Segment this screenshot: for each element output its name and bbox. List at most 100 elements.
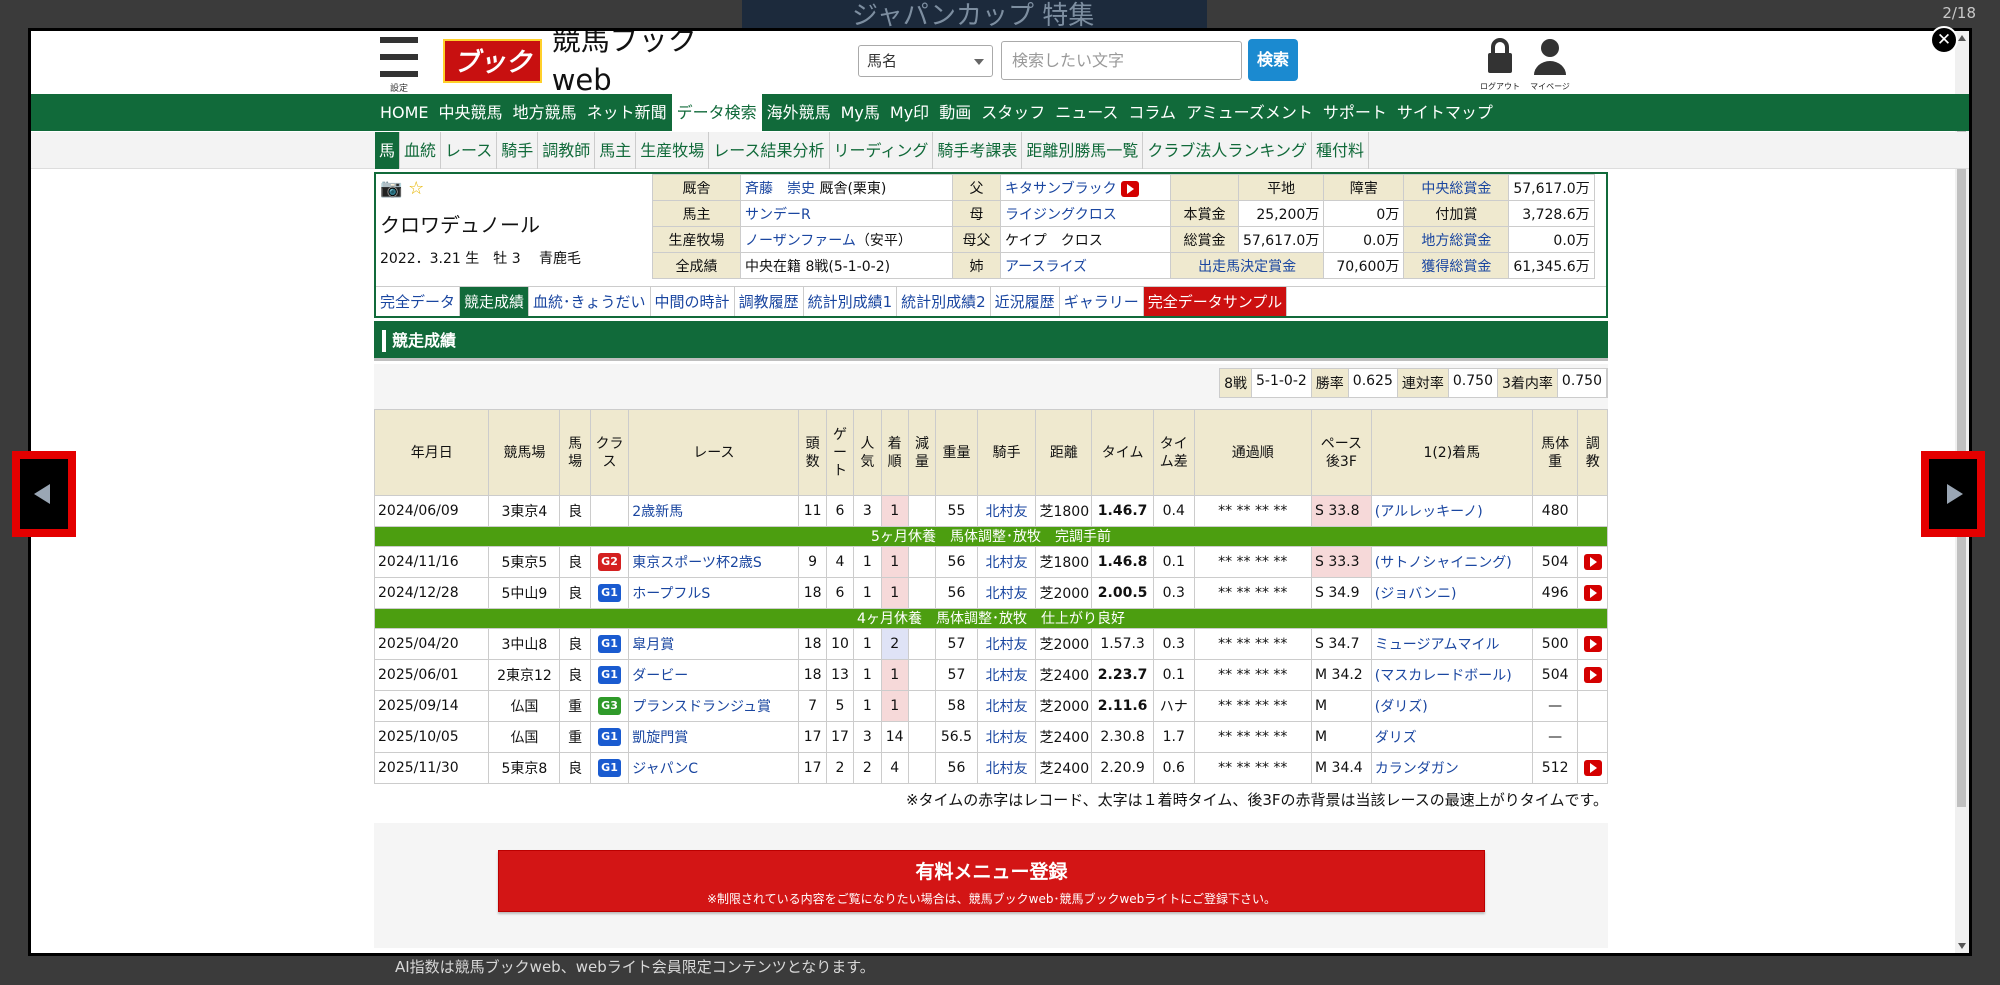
- jockey-link[interactable]: 北村友: [976, 577, 1037, 609]
- video-icon[interactable]: [1583, 667, 1602, 683]
- label-central-total[interactable]: 中央総賞金: [1403, 174, 1510, 201]
- main-nav-item[interactable]: スタッフ: [976, 94, 1050, 131]
- jockey-link[interactable]: 北村友: [976, 752, 1037, 784]
- search-input[interactable]: 検索したい文字: [1001, 41, 1242, 80]
- label-earned-total[interactable]: 獲得総賞金: [1403, 252, 1510, 279]
- sub-nav-item[interactable]: 距離別勝馬一覧: [1022, 132, 1144, 169]
- menu-button[interactable]: 設定: [378, 37, 420, 97]
- video-icon[interactable]: [1583, 636, 1602, 652]
- sub-nav-item[interactable]: 騎手: [497, 132, 539, 169]
- winner-link[interactable]: ダリズ: [1370, 721, 1533, 753]
- jockey-link[interactable]: 北村友: [976, 628, 1037, 660]
- video-icon[interactable]: [1120, 180, 1139, 197]
- star-icon[interactable]: ☆: [408, 178, 424, 199]
- winner-link[interactable]: ミュージアムマイル: [1370, 628, 1533, 660]
- sub-nav-item[interactable]: 血統: [400, 132, 442, 169]
- sister-link[interactable]: アースライズ: [1000, 252, 1171, 279]
- scroll-up-icon[interactable]: [1958, 35, 1966, 41]
- main-nav-item[interactable]: ニュース: [1050, 94, 1123, 131]
- sub-nav-item[interactable]: 生産牧場: [636, 132, 710, 169]
- race-link[interactable]: 東京スポーツ杯2歳S: [628, 546, 800, 578]
- race-link[interactable]: ダービー: [628, 659, 800, 691]
- weight-reduction-cell: [907, 577, 937, 609]
- main-nav-item[interactable]: サイトマップ: [1392, 94, 1498, 131]
- sub-nav-item[interactable]: クラブ法人ランキング: [1143, 132, 1312, 169]
- sub-nav-item[interactable]: レース結果分析: [709, 132, 830, 169]
- trainer-link[interactable]: 斉藤 崇史: [745, 181, 815, 197]
- video-icon[interactable]: [1583, 554, 1602, 570]
- tab-item[interactable]: ギャラリー: [1060, 287, 1144, 316]
- sub-nav-item[interactable]: レース: [441, 132, 498, 169]
- main-nav-item[interactable]: ネット新聞: [582, 94, 672, 131]
- race-link[interactable]: 皐月賞: [628, 628, 800, 660]
- label-qualifying-prize[interactable]: 出走馬決定賞金: [1169, 252, 1325, 279]
- race-link[interactable]: ホープフルS: [628, 577, 800, 609]
- breeder-link[interactable]: ノーザンファーム: [745, 233, 856, 249]
- main-nav-item[interactable]: 地方競馬: [508, 94, 582, 131]
- winner-link[interactable]: カランダガン: [1370, 752, 1533, 784]
- main-nav-item[interactable]: HOME: [375, 94, 434, 131]
- dam-link[interactable]: ライジングクロス: [1000, 200, 1171, 227]
- stat-cell: 連対率: [1397, 369, 1449, 397]
- jockey-link[interactable]: 北村友: [976, 659, 1037, 691]
- main-nav-item[interactable]: My馬: [836, 94, 885, 131]
- pace-cell: M: [1311, 690, 1372, 722]
- tab-item[interactable]: 完全データ: [376, 287, 461, 316]
- sub-nav-item[interactable]: 馬主: [595, 132, 637, 169]
- winner-link[interactable]: (マスカレードボール): [1370, 659, 1533, 691]
- main-nav-item[interactable]: サポート: [1318, 94, 1392, 131]
- main-nav-item[interactable]: コラム: [1123, 94, 1181, 131]
- jockey-link[interactable]: 北村友: [976, 690, 1037, 722]
- label-local-total[interactable]: 地方総賞金: [1403, 226, 1510, 253]
- main-nav-item[interactable]: 中央競馬: [434, 94, 508, 131]
- tab-item[interactable]: 統計別成績1: [804, 287, 898, 316]
- race-link[interactable]: 2歳新馬: [628, 495, 800, 527]
- mypage-button[interactable]: マイページ: [1526, 37, 1574, 93]
- video-icon[interactable]: [1583, 585, 1602, 601]
- main-nav-item[interactable]: My印: [885, 94, 934, 131]
- logout-button[interactable]: ログアウト: [1476, 37, 1524, 93]
- tab-item[interactable]: 近況履歴: [991, 287, 1060, 316]
- paid-register-button[interactable]: 有料メニュー登録 ※制限されている内容をご覧になりたい場合は、競馬ブックweb･…: [498, 850, 1485, 912]
- column-header: 年月日: [373, 409, 490, 496]
- close-button[interactable]: ✕: [1930, 26, 1958, 54]
- jockey-link[interactable]: 北村友: [976, 546, 1037, 578]
- sub-nav-item[interactable]: 調教師: [538, 132, 596, 169]
- race-link[interactable]: 凱旋門賞: [628, 721, 800, 753]
- sub-nav-item[interactable]: 騎手考課表: [933, 132, 1023, 169]
- search-type-select[interactable]: 馬名: [858, 45, 993, 77]
- race-link[interactable]: プランスドランジュ賞: [628, 690, 800, 722]
- tab-item[interactable]: 中間の時計: [651, 287, 735, 316]
- search-button[interactable]: 検索: [1248, 39, 1298, 81]
- main-nav-item[interactable]: データ検索: [671, 94, 762, 131]
- rest-note: 5ヶ月休養 馬体調整･放牧 完調手前: [374, 526, 1608, 547]
- distance-cell: 芝2400: [1035, 721, 1093, 753]
- winner-link[interactable]: (ジョバンニ): [1370, 577, 1533, 609]
- sub-nav-item[interactable]: 馬: [375, 132, 401, 169]
- scroll-down-icon[interactable]: [1958, 943, 1966, 949]
- tab-item[interactable]: 競走成績: [460, 287, 530, 316]
- previous-image-button[interactable]: [12, 451, 76, 537]
- owner-link[interactable]: サンデーR: [740, 200, 953, 227]
- video-icon[interactable]: [1583, 760, 1602, 776]
- tab-item[interactable]: 完全データサンプル: [1143, 287, 1288, 316]
- camera-icon[interactable]: 📷: [380, 178, 402, 199]
- winner-link[interactable]: (ダリズ): [1370, 690, 1533, 722]
- tab-item[interactable]: 調教履歴: [735, 287, 804, 316]
- sire-cell[interactable]: キタサンブラック: [1000, 174, 1171, 201]
- sire-link[interactable]: キタサンブラック: [1005, 181, 1117, 197]
- main-nav-item[interactable]: 動画: [934, 94, 976, 131]
- next-image-button[interactable]: [1921, 451, 1985, 537]
- winner-link[interactable]: (サトノシャイニング): [1370, 546, 1533, 578]
- main-nav-item[interactable]: 海外競馬: [762, 94, 836, 131]
- sub-nav-item[interactable]: リーディング: [830, 132, 934, 169]
- tab-item[interactable]: 血統･きょうだい: [529, 287, 651, 316]
- jockey-link[interactable]: 北村友: [976, 721, 1037, 753]
- jockey-link[interactable]: 北村友: [976, 495, 1037, 527]
- site-logo[interactable]: ブック 競馬ブックweb: [443, 31, 742, 103]
- sub-nav-item[interactable]: 種付料: [1312, 132, 1369, 169]
- main-nav-item[interactable]: アミューズメント: [1181, 94, 1318, 131]
- race-link[interactable]: ジャパンC: [628, 752, 800, 784]
- tab-item[interactable]: 統計別成績2: [897, 287, 991, 316]
- winner-link[interactable]: (アルレッキーノ): [1370, 495, 1533, 527]
